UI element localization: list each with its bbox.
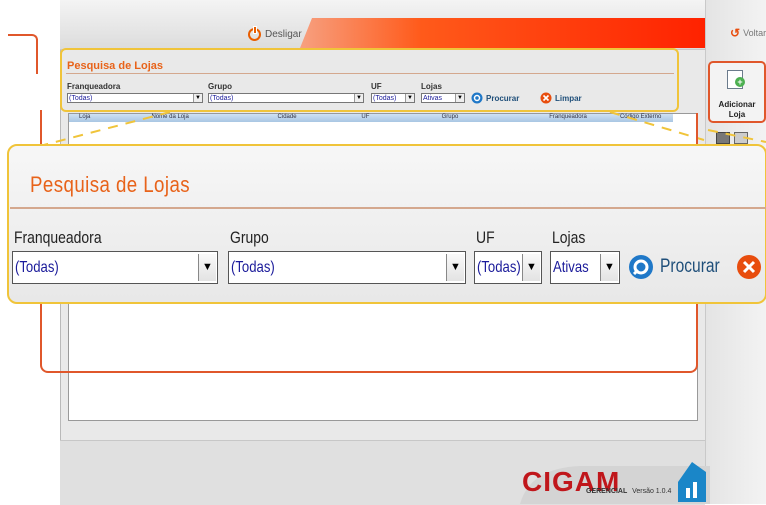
- zoom-franqueadora-value: (Todas): [15, 259, 59, 276]
- logo-gerencial: GERENCIAL: [586, 488, 628, 495]
- brand-mark-icon: [678, 462, 706, 502]
- chevron-down-icon: ▼: [198, 254, 216, 281]
- zoom-lojas-label: Lojas: [552, 228, 586, 247]
- zoom-search-button[interactable]: Procurar: [628, 254, 733, 280]
- zoom-uf-select[interactable]: (Todas) ▼: [474, 251, 542, 284]
- search-icon: [629, 255, 653, 279]
- logo-version: Versão 1.0.4: [632, 488, 672, 495]
- zoom-grupo-value: (Todas): [231, 259, 275, 276]
- zoom-grupo-select[interactable]: (Todas) ▼: [228, 251, 466, 284]
- chevron-down-icon: ▼: [446, 254, 464, 281]
- zoom-franqueadora-label: Franqueadora: [14, 228, 102, 247]
- zoom-grupo-label: Grupo: [230, 228, 269, 247]
- zoom-lojas-value: Ativas: [553, 259, 589, 276]
- zoom-uf-value: (Todas): [477, 259, 521, 276]
- zoom-title: Pesquisa de Lojas: [30, 172, 191, 197]
- zoom-search-label: Procurar: [660, 256, 720, 277]
- clear-icon: [737, 255, 761, 279]
- zoom-lojas-select[interactable]: Ativas ▼: [550, 251, 620, 284]
- chevron-down-icon: ▼: [600, 254, 618, 281]
- logo-subtitle: GERENCIAL Versão 1.0.4: [586, 488, 671, 495]
- zoom-franqueadora-select[interactable]: (Todas) ▼: [12, 251, 218, 284]
- zoom-title-divider: [10, 207, 766, 209]
- chevron-down-icon: ▼: [522, 254, 540, 281]
- zoom-uf-label: UF: [476, 228, 495, 247]
- zoom-clear-button[interactable]: L: [736, 254, 766, 280]
